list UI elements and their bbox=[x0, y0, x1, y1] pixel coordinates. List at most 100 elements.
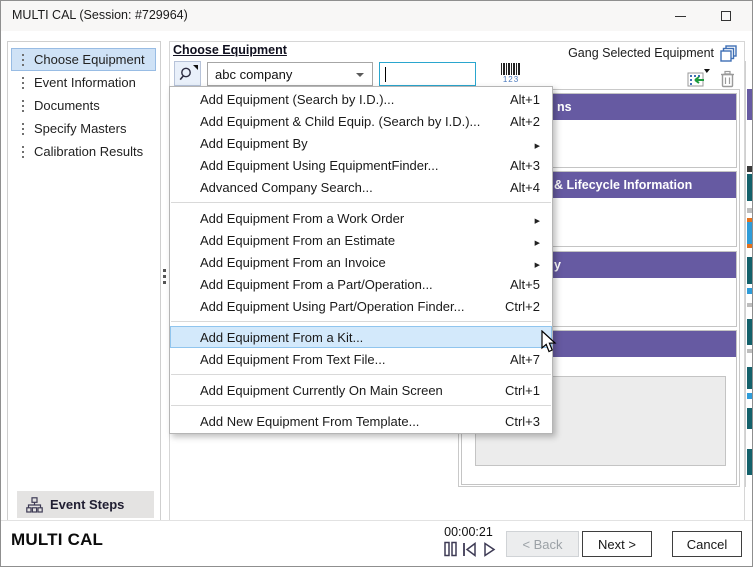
menu-item-shortcut: Ctrl+1 bbox=[505, 383, 540, 398]
company-search-combobox[interactable]: abc company bbox=[207, 62, 373, 86]
panel-divider bbox=[745, 61, 746, 487]
sidebar-item-choose-equipment[interactable]: Choose Equipment bbox=[11, 48, 156, 71]
menu-item-from-kit[interactable]: Add Equipment From a Kit... bbox=[170, 326, 552, 348]
company-search-value: abc company bbox=[208, 67, 292, 82]
next-button[interactable]: Next > bbox=[582, 531, 652, 557]
wizard-steps-sidebar: Choose Equipment Event Information Docum… bbox=[7, 41, 161, 523]
menu-item-from-invoice[interactable]: Add Equipment From an Invoice bbox=[170, 251, 552, 273]
clipped-content-block bbox=[747, 393, 753, 399]
menu-item-shortcut: Alt+1 bbox=[510, 92, 540, 107]
cancel-button[interactable]: Cancel bbox=[672, 531, 742, 557]
back-button[interactable]: < Back bbox=[506, 531, 579, 557]
maximize-icon bbox=[721, 11, 731, 21]
org-chart-icon bbox=[26, 497, 43, 513]
pause-icon bbox=[445, 543, 456, 556]
clipped-content-block bbox=[747, 449, 753, 475]
menu-item-add-equipment-by[interactable]: Add Equipment By bbox=[170, 132, 552, 154]
clipped-content-block bbox=[747, 244, 753, 248]
menu-item-label: Add Equipment Using Part/Operation Finde… bbox=[200, 299, 464, 314]
menu-item-label: Add Equipment From an Estimate bbox=[200, 233, 395, 248]
clipped-panel-strip bbox=[747, 31, 753, 523]
barcode-scan-icon[interactable]: 123 bbox=[501, 63, 521, 85]
drag-grip-icon bbox=[12, 105, 34, 107]
menu-item-add-equipment-child-equip[interactable]: Add Equipment & Child Equip. (Search by … bbox=[170, 110, 552, 132]
text-caret bbox=[385, 67, 386, 82]
dropdown-arrow-icon bbox=[193, 65, 198, 70]
menu-item-add-equipment-search-by-id[interactable]: Add Equipment (Search by I.D.)... Alt+1 bbox=[170, 88, 552, 110]
menu-item-label: Add Equipment Currently On Main Screen bbox=[200, 383, 443, 398]
drag-grip-icon bbox=[12, 82, 34, 84]
menu-item-advanced-company-search[interactable]: Advanced Company Search... Alt+4 bbox=[170, 176, 552, 198]
event-steps-label: Event Steps bbox=[50, 497, 124, 512]
clipped-content-block bbox=[747, 303, 753, 307]
menu-item-equipmentfinder[interactable]: Add Equipment Using EquipmentFinder... A… bbox=[170, 154, 552, 176]
sidebar-splitter-handle[interactable] bbox=[162, 269, 166, 289]
gang-copy-icon[interactable] bbox=[719, 45, 738, 64]
event-steps-button[interactable]: Event Steps bbox=[17, 491, 154, 518]
menu-item-label: Add Equipment From Text File... bbox=[200, 352, 385, 367]
menu-item-from-work-order[interactable]: Add Equipment From a Work Order bbox=[170, 207, 552, 229]
clipped-content-block bbox=[747, 222, 753, 244]
menu-item-from-part-operation[interactable]: Add Equipment From a Part/Operation... A… bbox=[170, 273, 552, 295]
submenu-arrow-icon bbox=[535, 211, 540, 226]
barcode-digits: 123 bbox=[501, 75, 521, 84]
sidebar-item-documents[interactable]: Documents bbox=[11, 94, 156, 117]
sidebar-item-event-information[interactable]: Event Information bbox=[11, 71, 156, 94]
menu-item-from-text-file[interactable]: Add Equipment From Text File... Alt+7 bbox=[170, 348, 552, 370]
import-equipment-icon[interactable] bbox=[685, 69, 711, 89]
app-window: MULTI CAL (Session: #729964) Choose Equi… bbox=[0, 0, 753, 567]
window-title: MULTI CAL (Session: #729964) bbox=[12, 8, 188, 22]
drag-grip-icon bbox=[12, 59, 34, 61]
sidebar-item-label: Event Information bbox=[34, 75, 136, 90]
menu-item-shortcut: Ctrl+3 bbox=[505, 414, 540, 429]
playback-controls[interactable] bbox=[444, 541, 506, 558]
menu-item-shortcut: Alt+5 bbox=[510, 277, 540, 292]
search-menu-button[interactable] bbox=[174, 61, 201, 86]
maximize-button[interactable] bbox=[703, 1, 749, 31]
menu-item-shortcut: Alt+4 bbox=[510, 180, 540, 195]
menu-item-label: Add Equipment From a Kit... bbox=[200, 330, 363, 345]
clipped-content-block bbox=[747, 319, 753, 345]
clipped-content-block bbox=[747, 349, 753, 353]
menu-item-label: Advanced Company Search... bbox=[200, 180, 373, 195]
page-title: Choose Equipment bbox=[173, 43, 287, 57]
submenu-arrow-icon bbox=[535, 233, 540, 248]
menu-item-label: Add Equipment By bbox=[200, 136, 308, 151]
clipped-content-block bbox=[747, 288, 753, 294]
menu-item-shortcut: Ctrl+2 bbox=[505, 299, 540, 314]
drag-grip-icon bbox=[12, 128, 34, 130]
mouse-cursor bbox=[541, 330, 557, 354]
menu-separator bbox=[170, 370, 552, 379]
drag-grip-icon bbox=[12, 151, 34, 153]
minimize-icon bbox=[675, 16, 686, 17]
menu-item-currently-on-main-screen[interactable]: Add Equipment Currently On Main Screen C… bbox=[170, 379, 552, 401]
clipped-content-block bbox=[747, 174, 753, 201]
clipped-content-block bbox=[747, 166, 753, 172]
menu-item-part-operation-finder[interactable]: Add Equipment Using Part/Operation Finde… bbox=[170, 295, 552, 317]
id-search-box bbox=[379, 62, 476, 86]
menu-item-new-from-template[interactable]: Add New Equipment From Template... Ctrl+… bbox=[170, 410, 552, 432]
skip-start-icon bbox=[464, 543, 475, 556]
menu-item-shortcut: Alt+2 bbox=[510, 114, 540, 129]
clipped-content-block bbox=[747, 367, 753, 389]
clipped-content-block bbox=[747, 408, 753, 429]
session-timer: 00:00:21 bbox=[426, 525, 511, 539]
menu-item-label: Add Equipment From an Invoice bbox=[200, 255, 386, 270]
menu-item-label: Add Equipment (Search by I.D.)... bbox=[200, 92, 394, 107]
menu-item-label: Add Equipment Using EquipmentFinder... bbox=[200, 158, 438, 173]
sidebar-item-label: Calibration Results bbox=[34, 144, 143, 159]
delete-trash-icon[interactable] bbox=[720, 70, 735, 88]
titlebar: MULTI CAL (Session: #729964) bbox=[1, 1, 752, 31]
play-icon bbox=[485, 544, 494, 556]
minimize-button[interactable] bbox=[657, 1, 703, 31]
menu-item-from-estimate[interactable]: Add Equipment From an Estimate bbox=[170, 229, 552, 251]
sidebar-item-specify-masters[interactable]: Specify Masters bbox=[11, 117, 156, 140]
sidebar-item-label: Documents bbox=[34, 98, 100, 113]
menu-item-label: Add New Equipment From Template... bbox=[200, 414, 419, 429]
menu-item-label: Add Equipment From a Part/Operation... bbox=[200, 277, 433, 292]
app-name: MULTI CAL bbox=[11, 530, 103, 550]
menu-item-shortcut: Alt+7 bbox=[510, 352, 540, 367]
sidebar-item-calibration-results[interactable]: Calibration Results bbox=[11, 140, 156, 163]
id-search-input[interactable] bbox=[380, 63, 475, 85]
menu-item-label: Add Equipment & Child Equip. (Search by … bbox=[200, 114, 480, 129]
